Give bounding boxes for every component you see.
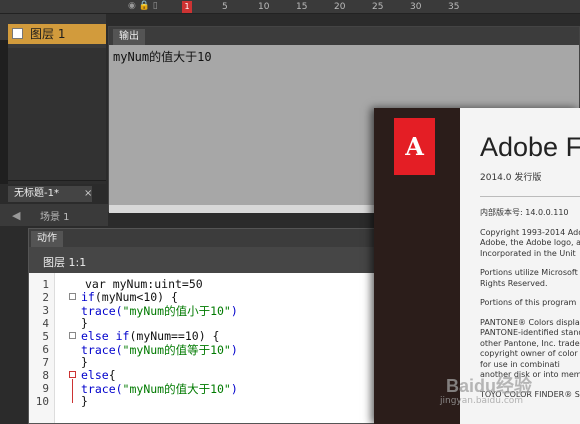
code-line: else if(myNum==10) {: [81, 329, 219, 343]
tab-output[interactable]: 输出: [113, 29, 145, 45]
frame-label: 20: [334, 2, 346, 12]
fold-toggle-icon[interactable]: [69, 293, 76, 300]
document-title: 无标题-1*: [14, 188, 59, 199]
left-edge-strip: [0, 40, 8, 188]
layer-name: 图层 1: [30, 27, 66, 41]
layer-row[interactable]: 图层 1: [8, 24, 106, 44]
copyright-line: Incorporated in the Unit: [480, 248, 576, 258]
code-line: if(myNum<10) {: [81, 290, 178, 304]
line-number: 8: [42, 369, 49, 382]
code-text: {: [108, 368, 116, 382]
code-text: }: [81, 394, 88, 408]
playhead[interactable]: 1: [182, 1, 192, 13]
code-keyword: if: [81, 290, 95, 304]
legal-line: PANTONE® Colors displa: [480, 317, 580, 327]
code-text: ): [230, 343, 238, 357]
line-number: 3: [42, 304, 49, 317]
close-icon[interactable]: ×: [84, 186, 92, 202]
code-text: var myNum:uint=50: [85, 277, 203, 291]
splash-version: 2014.0 发行版: [480, 173, 542, 183]
fold-toggle-icon[interactable]: [69, 332, 76, 339]
legal-line: other Pantone, Inc. trade: [480, 338, 580, 348]
layer-panel: 图层 1: [0, 14, 106, 198]
legal-line: copyright owner of color: [480, 349, 578, 358]
code-keyword: else: [81, 368, 109, 382]
code-line: }: [81, 394, 88, 408]
copyright-line: Copyright 1993-2014 Ado: [480, 227, 580, 237]
legal-line: PANTONE-identified stand: [480, 328, 580, 337]
document-tabbar: 无标题-1* ×: [0, 184, 108, 202]
code-line: }: [81, 355, 88, 369]
fold-toggle-icon[interactable]: [69, 371, 76, 378]
legal-line: for use in combinati: [480, 359, 560, 369]
adobe-logo-icon: A: [394, 118, 435, 175]
line-number-gutter: 1 2 3 4 5 6 7 8 9 10: [29, 273, 55, 423]
portions-block: Portions utilize Microsoft Rights Reserv…: [480, 268, 580, 289]
code-string: "myNum的值等于10": [122, 343, 231, 357]
code-keyword: else if: [81, 329, 130, 343]
layer-list-empty: [0, 48, 106, 180]
line-number: 4: [42, 317, 49, 330]
watermark-url: jingyan.baidu.com: [440, 396, 524, 406]
tab-document[interactable]: 无标题-1* ×: [8, 186, 92, 202]
edit-bar: ◀ 场景 1: [0, 204, 108, 226]
build-number: 内部版本号: 14.0.0.110: [480, 208, 569, 217]
line-number: 9: [42, 382, 49, 395]
legal-line: Rights Reserved.: [480, 278, 548, 288]
code-line: trace("myNum的值小于10"): [81, 303, 238, 319]
frame-label: 30: [410, 2, 422, 12]
tab-actions[interactable]: 动作: [31, 231, 63, 247]
frame-label: 25: [372, 2, 384, 12]
line-number: 5: [42, 330, 49, 343]
code-line: else{: [81, 368, 116, 382]
layer-icon: [12, 28, 23, 39]
code-line: var myNum:uint=50: [85, 277, 203, 291]
code-line: trace("myNum的值等于10"): [81, 342, 238, 358]
divider: [480, 196, 580, 197]
copyright-line: Adobe, the Adobe logo, a: [480, 238, 580, 247]
output-tabbar: 输出: [109, 27, 579, 45]
code-text: }: [81, 355, 88, 369]
scene-label[interactable]: 场景 1: [40, 208, 70, 223]
frame-label: 15: [296, 2, 308, 12]
code-line: }: [81, 316, 88, 330]
code-text: ): [230, 304, 238, 318]
legal-line: Portions of this program: [480, 298, 577, 307]
line-number: 7: [42, 356, 49, 369]
line-number: 6: [42, 343, 49, 356]
watermark: Baidu经验: [446, 376, 533, 396]
frame-label: 10: [258, 2, 270, 12]
timeline-ruler[interactable]: ◉ 🔒 ▯ 1 5 10 15 20 25 30 35: [0, 0, 580, 14]
timeline-icons: ◉ 🔒 ▯: [128, 1, 158, 11]
code-string: "myNum的值小于10": [122, 304, 231, 318]
back-arrow-icon[interactable]: ◀: [12, 209, 20, 222]
code-text: (myNum<10) {: [94, 290, 178, 304]
copyright-block: Copyright 1993-2014 Ado Adobe, the Adobe…: [480, 228, 580, 260]
line-number: 2: [42, 291, 49, 304]
code-text: ): [230, 382, 238, 396]
line-number: 10: [35, 395, 49, 408]
legal-line: Portions utilize Microsoft: [480, 268, 578, 277]
frame-label: 5: [222, 2, 228, 12]
portions-block: Portions of this program: [480, 298, 580, 309]
frame-label: 35: [448, 2, 460, 12]
line-number: 1: [42, 278, 49, 291]
splash-title: Adobe F: [480, 132, 580, 162]
code-text: (myNum==10) {: [129, 329, 220, 343]
fold-guide: [72, 379, 73, 403]
code-line: trace("myNum的值大于10"): [81, 381, 238, 397]
code-text: }: [81, 316, 88, 330]
code-string: "myNum的值大于10": [122, 382, 231, 396]
